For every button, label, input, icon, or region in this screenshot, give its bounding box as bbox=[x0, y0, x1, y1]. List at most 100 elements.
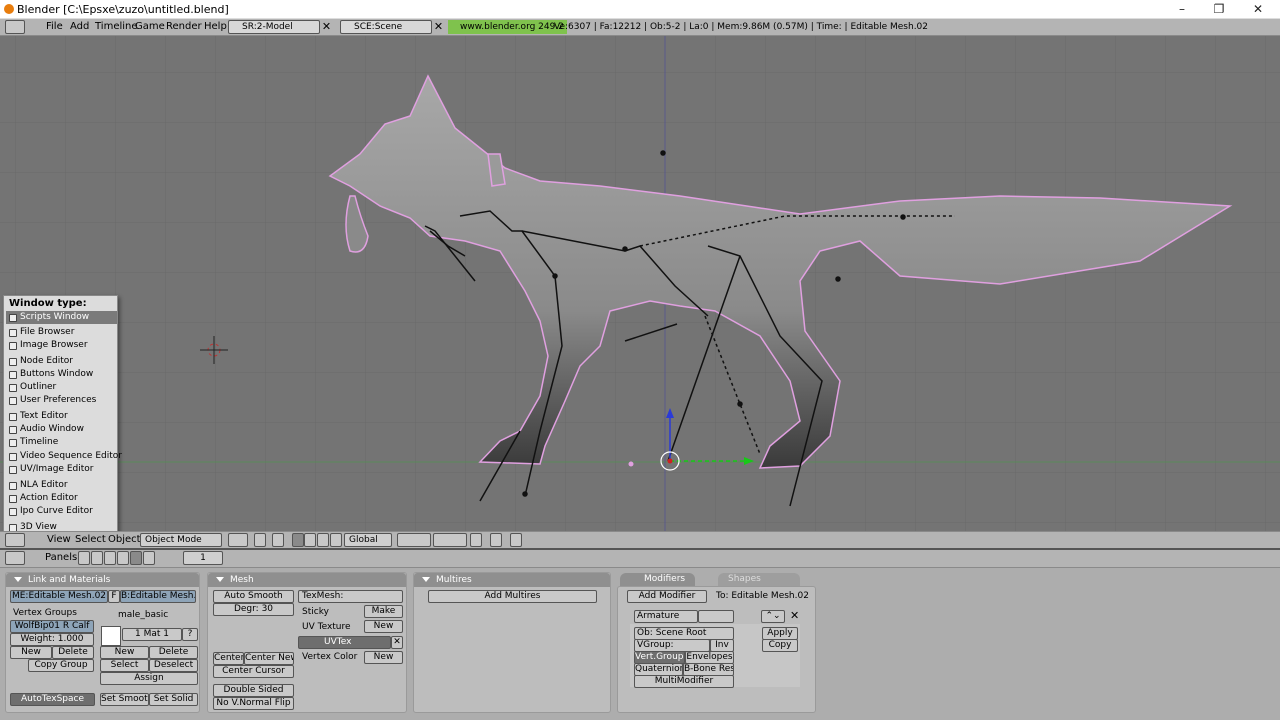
menu-item-scripts-window[interactable]: Scripts Window bbox=[6, 311, 117, 324]
modifier-visibility-icons[interactable] bbox=[698, 610, 734, 623]
menu-game[interactable]: Game bbox=[135, 21, 165, 32]
add-multires-button[interactable]: Add Multires bbox=[428, 590, 597, 603]
menu-item-video-sequence-editor[interactable]: Video Sequence Editor bbox=[6, 450, 122, 463]
tab-shapes[interactable]: Shapes bbox=[718, 573, 800, 586]
uv-texture-new-button[interactable]: New bbox=[364, 620, 403, 633]
texmesh-field[interactable]: TexMesh: bbox=[298, 590, 403, 603]
scale-icon[interactable] bbox=[330, 533, 342, 547]
menu-help[interactable]: Help bbox=[204, 21, 227, 32]
menu-item-action-editor[interactable]: Action Editor bbox=[6, 492, 117, 505]
armature-modifier-name[interactable]: Armature bbox=[634, 610, 698, 623]
lock-icon[interactable] bbox=[470, 533, 482, 547]
set-smooth-button[interactable]: Set Smooth bbox=[100, 693, 149, 706]
panel-header[interactable]: Mesh bbox=[208, 573, 406, 587]
menu-item-buttons-window[interactable]: Buttons Window bbox=[6, 368, 117, 381]
menu-select[interactable]: Select bbox=[75, 534, 106, 545]
center-button[interactable]: Center bbox=[213, 652, 244, 665]
menu-item-uv-image-editor[interactable]: UV/Image Editor bbox=[6, 463, 117, 476]
menu-item-image-browser[interactable]: Image Browser bbox=[6, 339, 117, 352]
menu-item-ipo-curve-editor[interactable]: Ipo Curve Editor bbox=[6, 505, 117, 518]
viewport-canvas[interactable] bbox=[0, 36, 1280, 531]
frame-field[interactable]: 1 bbox=[183, 551, 223, 565]
modifier-delete-icon[interactable]: ✕ bbox=[790, 609, 799, 622]
double-sided-toggle[interactable]: Double Sided bbox=[213, 684, 294, 697]
material-delete-button[interactable]: Delete bbox=[149, 646, 198, 659]
vgroup-delete-button[interactable]: Delete bbox=[52, 646, 94, 659]
editor-type-button[interactable] bbox=[5, 533, 25, 547]
scene-icon[interactable] bbox=[143, 551, 155, 565]
vertex-group-selector[interactable]: WolfBip01 R Calf bbox=[10, 620, 94, 633]
auto-smooth-toggle[interactable]: Auto Smooth bbox=[213, 590, 294, 603]
weight-slider[interactable]: Weight: 1.000 bbox=[10, 633, 94, 646]
snap-icon[interactable] bbox=[272, 533, 284, 547]
manipulator-hand-icon[interactable] bbox=[292, 533, 304, 547]
modifier-move-icon[interactable]: ⌃⌄ bbox=[761, 610, 785, 623]
3d-viewport[interactable] bbox=[0, 36, 1280, 531]
scene-delete-icon[interactable]: ✕ bbox=[432, 20, 445, 34]
menu-render[interactable]: Render bbox=[166, 21, 202, 32]
pivot-icon[interactable] bbox=[254, 533, 266, 547]
close-button[interactable]: ✕ bbox=[1240, 0, 1276, 19]
autotexspace-toggle[interactable]: AutoTexSpace bbox=[10, 693, 95, 706]
no-vnormal-flip-toggle[interactable]: No V.Normal Flip bbox=[213, 697, 294, 710]
menu-object[interactable]: Object bbox=[108, 534, 141, 545]
menu-item-text-editor[interactable]: Text Editor bbox=[6, 410, 117, 423]
panel-header[interactable]: Link and Materials bbox=[6, 573, 199, 587]
material-color-swatch[interactable] bbox=[101, 626, 121, 646]
rotate-icon[interactable] bbox=[317, 533, 329, 547]
center-new-button[interactable]: Center New bbox=[244, 652, 294, 665]
minimize-button[interactable]: – bbox=[1164, 0, 1200, 19]
menu-timeline[interactable]: Timeline bbox=[95, 21, 138, 32]
render-preview-icon[interactable] bbox=[490, 533, 502, 547]
mesh-name-field[interactable]: ME:Editable Mesh.02 bbox=[10, 590, 108, 603]
shading-icon[interactable] bbox=[104, 551, 116, 565]
object-name-field[interactable]: B:Editable Mesh.02 bbox=[120, 590, 196, 603]
fake-user-button[interactable]: F bbox=[108, 590, 120, 603]
draw-type-button[interactable] bbox=[228, 533, 248, 547]
menu-item-node-editor[interactable]: Node Editor bbox=[6, 355, 117, 368]
copy-group-button[interactable]: Copy Group bbox=[28, 659, 94, 672]
maximize-button[interactable]: ❐ bbox=[1201, 0, 1237, 19]
uvtex-layer[interactable]: UVTex bbox=[298, 636, 391, 649]
version-link[interactable]: www.blender.org 249.2 bbox=[448, 20, 567, 34]
tab-modifiers[interactable]: Modifiers bbox=[620, 573, 696, 586]
copy-button[interactable]: Copy bbox=[762, 639, 798, 652]
menu-view[interactable]: View bbox=[47, 534, 71, 545]
orientation-selector[interactable]: Global bbox=[344, 533, 392, 547]
logic-icon[interactable] bbox=[78, 551, 90, 565]
material-assign-button[interactable]: Assign bbox=[100, 672, 198, 685]
menu-item-user-preferences[interactable]: User Preferences bbox=[6, 394, 117, 407]
material-index-field[interactable]: 1 Mat 1 bbox=[122, 628, 182, 641]
add-modifier-button[interactable]: Add Modifier bbox=[627, 590, 707, 603]
menu-item-nla-editor[interactable]: NLA Editor bbox=[6, 479, 117, 492]
center-cursor-button[interactable]: Center Cursor bbox=[213, 665, 294, 678]
panels-label[interactable]: Panels bbox=[45, 552, 77, 563]
editor-type-button[interactable] bbox=[5, 551, 25, 565]
object-icon[interactable] bbox=[117, 551, 129, 565]
vgroup-new-button[interactable]: New bbox=[10, 646, 52, 659]
layers-block-1[interactable] bbox=[397, 533, 431, 547]
menu-file[interactable]: File bbox=[46, 21, 63, 32]
vertex-color-new-button[interactable]: New bbox=[364, 651, 403, 664]
material-deselect-button[interactable]: Deselect bbox=[149, 659, 198, 672]
menu-add[interactable]: Add bbox=[70, 21, 89, 32]
scene-selector[interactable]: SCE:Scene bbox=[340, 20, 432, 34]
set-solid-button[interactable]: Set Solid bbox=[149, 693, 198, 706]
layers-block-2[interactable] bbox=[433, 533, 467, 547]
menu-item-file-browser[interactable]: File Browser bbox=[6, 326, 117, 339]
degree-field[interactable]: Degr: 30 bbox=[213, 603, 294, 616]
screen-delete-icon[interactable]: ✕ bbox=[320, 20, 333, 34]
editing-icon[interactable] bbox=[130, 551, 142, 565]
material-select-button[interactable]: Select bbox=[100, 659, 149, 672]
menu-item-audio-window[interactable]: Audio Window bbox=[6, 423, 117, 436]
translate-icon[interactable] bbox=[304, 533, 316, 547]
mode-selector[interactable]: Object Mode bbox=[140, 533, 222, 547]
menu-item-outliner[interactable]: Outliner bbox=[6, 381, 117, 394]
script-icon[interactable] bbox=[91, 551, 103, 565]
screen-selector[interactable]: SR:2-Model bbox=[228, 20, 320, 34]
sticky-make-button[interactable]: Make bbox=[364, 605, 403, 618]
camera-icon[interactable] bbox=[510, 533, 522, 547]
material-new-button[interactable]: New bbox=[100, 646, 149, 659]
multimodifier-toggle[interactable]: MultiModifier bbox=[634, 675, 734, 688]
uvtex-delete-icon[interactable]: ✕ bbox=[391, 636, 403, 649]
